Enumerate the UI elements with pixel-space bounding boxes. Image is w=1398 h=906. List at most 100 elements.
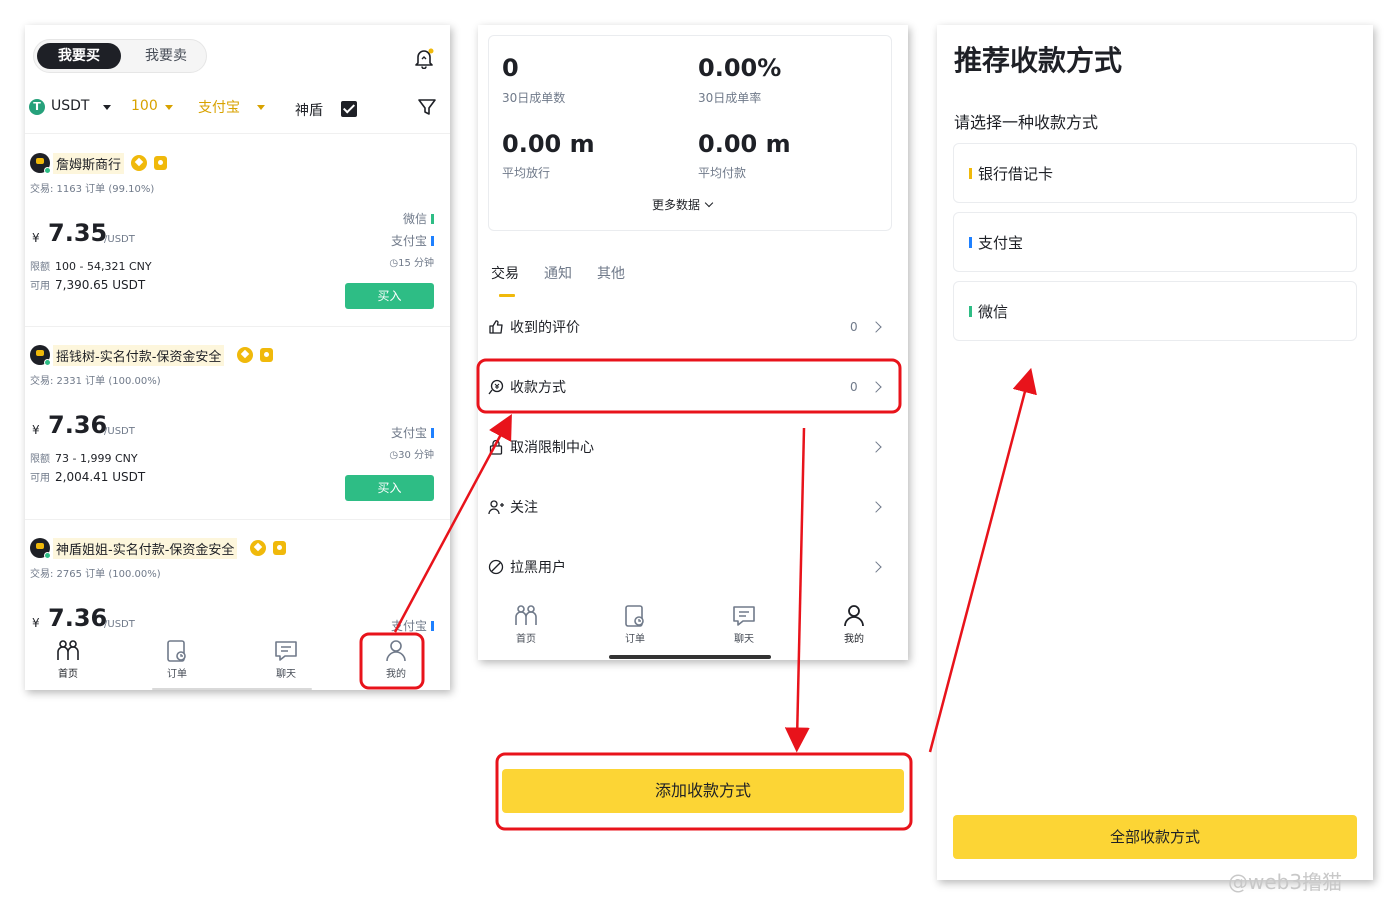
profile-panel: 0 30日成单数 0.00% 30日成单率 0.00 m 平均放行 0.00 m… bbox=[478, 25, 908, 660]
shield-badge-icon bbox=[260, 348, 273, 362]
nav-profile[interactable]: 我的 bbox=[366, 638, 426, 684]
price: 7.35 bbox=[48, 219, 108, 247]
payment-tag-alipay: 支付宝 bbox=[391, 424, 434, 441]
tab-indicator bbox=[499, 294, 515, 297]
nav-home[interactable]: 首页 bbox=[38, 638, 98, 684]
menu-restriction-center[interactable]: 取消限制中心 bbox=[478, 418, 908, 478]
thumbs-up-icon bbox=[489, 320, 503, 334]
price: 7.36 bbox=[48, 411, 108, 439]
payment-methods-panel: 推荐收款方式 请选择一种收款方式 银行借记卡 支付宝 微信 全部收款方式 bbox=[937, 25, 1373, 880]
chevron-right-icon bbox=[870, 381, 882, 393]
currency-symbol: ¥ bbox=[32, 423, 40, 437]
home-icon bbox=[515, 605, 537, 625]
payment-method-bank-card[interactable]: 银行借记卡 bbox=[953, 143, 1357, 203]
merchant-name[interactable]: 神盾姐姐-实名付款-保资金安全 bbox=[53, 538, 238, 559]
tab-other[interactable]: 其他 bbox=[597, 263, 625, 283]
trade-stats: 交易: 2765 订单 (100.00%) bbox=[30, 569, 161, 580]
menu-payment-methods[interactable]: 收款方式 0 bbox=[478, 358, 908, 418]
method-color-bar bbox=[969, 237, 972, 248]
block-icon bbox=[488, 559, 504, 575]
shield-checkbox[interactable] bbox=[341, 101, 357, 117]
price-unit: /USDT bbox=[104, 234, 135, 245]
nav-home[interactable]: 首页 bbox=[496, 603, 556, 649]
payment-time: ◷30 分钟 bbox=[389, 450, 434, 461]
nav-chat[interactable]: 聊天 bbox=[714, 603, 774, 649]
tab-sell[interactable]: 我要卖 bbox=[128, 43, 204, 69]
payment-time: ◷15 分钟 bbox=[389, 258, 434, 269]
nav-chat[interactable]: 聊天 bbox=[256, 638, 316, 684]
merchant-name[interactable]: 詹姆斯商行 bbox=[53, 153, 125, 174]
nav-profile[interactable]: 我的 bbox=[824, 603, 884, 649]
method-color-bar bbox=[969, 306, 972, 317]
chevron-down-icon bbox=[704, 198, 714, 208]
stat-label: 平均付款 bbox=[698, 166, 747, 180]
currency-symbol: ¥ bbox=[32, 231, 40, 245]
amount-select[interactable]: 100 bbox=[131, 98, 158, 114]
filter-icon[interactable] bbox=[417, 97, 437, 117]
chevron-right-icon bbox=[870, 441, 882, 453]
chevron-right-icon bbox=[870, 321, 882, 333]
price-unit: /USDT bbox=[104, 426, 135, 437]
payment-tag-alipay: 支付宝 bbox=[391, 617, 434, 634]
bottom-nav: 首页 订单 聊天 我的 bbox=[478, 595, 908, 660]
usdt-icon: T bbox=[29, 99, 45, 115]
bottom-nav: 首页 订单 聊天 我的 bbox=[25, 633, 450, 690]
home-indicator bbox=[609, 655, 771, 659]
orders-icon bbox=[167, 640, 186, 662]
divider bbox=[25, 519, 450, 520]
verified-badge-icon bbox=[131, 155, 147, 171]
stat-value: 0.00% bbox=[698, 54, 782, 82]
shield-badge-icon bbox=[154, 156, 167, 170]
buy-button[interactable]: 买入 bbox=[345, 475, 434, 501]
orders-icon bbox=[625, 605, 644, 627]
stat-label: 平均放行 bbox=[502, 166, 551, 180]
user-icon bbox=[844, 605, 864, 627]
add-payment-method-button[interactable]: 添加收款方式 bbox=[502, 769, 904, 813]
buy-button[interactable]: 买入 bbox=[345, 283, 434, 309]
more-data-link[interactable]: 更多数据 bbox=[652, 196, 714, 213]
available-amount: 可用 7,390.65 USDT bbox=[30, 278, 146, 292]
p2p-market-panel: 我要买 我要卖 T USDT 100 支付宝 神盾 詹姆斯商行 交易: 1163… bbox=[25, 25, 450, 690]
bell-icon[interactable] bbox=[413, 47, 435, 69]
ad-card: 摇钱树-实名付款-保资金安全 交易: 2331 订单 (100.00%) 支付宝… bbox=[25, 345, 450, 535]
tab-buy[interactable]: 我要买 bbox=[37, 43, 121, 69]
limit-range: 限额 100 - 54,321 CNY bbox=[30, 260, 152, 273]
nav-orders[interactable]: 订单 bbox=[605, 603, 665, 649]
stat-value: 0.00 m bbox=[502, 130, 595, 158]
merchant-name[interactable]: 摇钱树-实名付款-保资金安全 bbox=[53, 345, 225, 366]
menu-reviews[interactable]: 收到的评价 0 bbox=[478, 298, 908, 358]
payment-tag-alipay: 支付宝 bbox=[391, 232, 434, 249]
page-title: 推荐收款方式 bbox=[954, 44, 1123, 77]
lock-icon bbox=[489, 439, 503, 455]
method-color-bar bbox=[969, 168, 972, 179]
divider bbox=[25, 326, 450, 327]
all-payment-methods-button[interactable]: 全部收款方式 bbox=[953, 815, 1357, 859]
stat-label: 30日成单率 bbox=[698, 91, 762, 105]
avatar bbox=[30, 538, 51, 559]
tab-trade[interactable]: 交易 bbox=[491, 263, 519, 283]
currency-symbol: ¥ bbox=[32, 616, 40, 630]
trade-stats: 交易: 2331 订单 (100.00%) bbox=[30, 376, 161, 387]
shield-filter-label: 神盾 bbox=[295, 103, 323, 119]
buy-sell-toggle: 我要买 我要卖 bbox=[33, 39, 207, 73]
payment-select[interactable]: 支付宝 bbox=[198, 97, 240, 117]
filter-bar: T USDT 100 支付宝 神盾 bbox=[29, 97, 444, 123]
menu-blocked-users[interactable]: 拉黑用户 bbox=[478, 538, 908, 598]
page-subtitle: 请选择一种收款方式 bbox=[954, 113, 1099, 132]
payment-method-alipay[interactable]: 支付宝 bbox=[953, 212, 1357, 272]
nav-orders[interactable]: 订单 bbox=[147, 638, 207, 684]
tab-notice[interactable]: 通知 bbox=[544, 263, 572, 283]
price-unit: /USDT bbox=[104, 619, 135, 630]
chat-icon bbox=[733, 606, 755, 626]
chat-icon bbox=[275, 641, 297, 661]
coin-select[interactable]: USDT bbox=[51, 98, 89, 114]
chevron-right-icon bbox=[870, 501, 882, 513]
user-icon bbox=[386, 640, 406, 662]
payment-method-wechat[interactable]: 微信 bbox=[953, 281, 1357, 341]
limit-range: 限额 73 - 1,999 CNY bbox=[30, 452, 138, 465]
watermark: @web3撸猫 bbox=[1228, 870, 1343, 894]
stat-label: 30日成单数 bbox=[502, 91, 566, 105]
ad-card: 詹姆斯商行 交易: 1163 订单 (99.10%) 微信 支付宝 ¥ 7.35… bbox=[25, 153, 450, 343]
menu-follow[interactable]: 关注 bbox=[478, 478, 908, 538]
home-indicator bbox=[152, 688, 312, 690]
